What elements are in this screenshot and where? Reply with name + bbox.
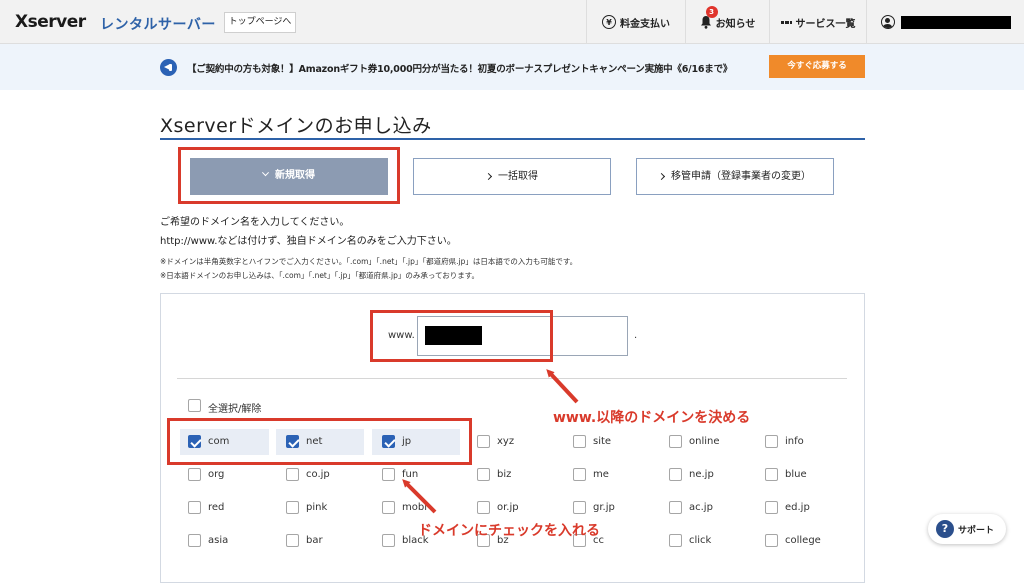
arrow-domain-input	[546, 369, 579, 404]
annotation-arrows	[402, 369, 579, 514]
arrow-tld-checks	[402, 479, 437, 514]
annotation-check-note: ドメインにチェックを入れる	[418, 523, 600, 539]
support-button[interactable]: ? サポート	[928, 514, 1006, 544]
annotation-domain-note: www.以降のドメインを決める	[553, 410, 751, 426]
support-label: サポート	[958, 526, 995, 536]
help-icon: ?	[936, 520, 954, 538]
